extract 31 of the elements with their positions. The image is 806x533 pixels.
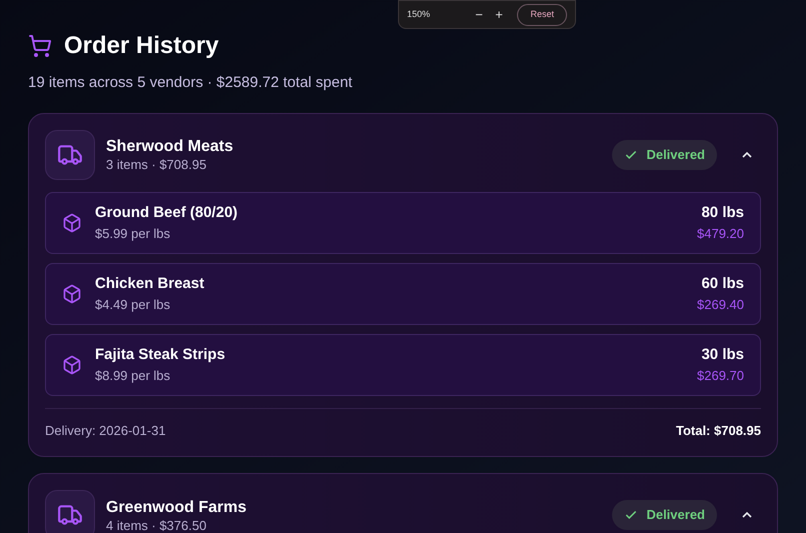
item-total: $479.20: [697, 225, 744, 243]
vendor-subtitle: 3 items · $708.95: [106, 157, 208, 172]
vendor-total: Total: $708.95: [676, 422, 761, 440]
item-quantity: 60 lbs: [700, 274, 744, 294]
zoom-level: 150%: [407, 8, 432, 21]
item-unit-price: $8.99 per lbs: [95, 367, 172, 385]
page-title: Order History: [64, 31, 219, 61]
item-quantity: 30 lbs: [700, 344, 744, 364]
item-unit-price: $4.49 per lbs: [95, 296, 172, 314]
item-total: $269.40: [697, 296, 744, 314]
status-badge: Delivered: [612, 140, 717, 170]
vendor-name: Sherwood Meats: [106, 137, 234, 157]
item-name: Ground Beef (80/20): [95, 202, 238, 222]
item-name: Chicken Breast: [95, 274, 204, 294]
item-unit-price: $5.99 per lbs: [95, 225, 172, 243]
item-quantity: 80 lbs: [700, 202, 744, 222]
zoom-in-button[interactable]: +: [489, 4, 509, 24]
item-total: $269.70: [697, 367, 744, 385]
status-badge: Delivered: [612, 500, 717, 530]
delivery-date: Delivery: 2026-01-31: [45, 422, 166, 440]
vendor-subtitle: 4 items · $376.50: [106, 518, 208, 532]
order-summary: 19 items across 5 vendors · $2589.72 total spent: [28, 73, 354, 93]
check-icon: [624, 508, 638, 522]
reset-button[interactable]: Reset: [517, 4, 567, 26]
package-icon: [62, 284, 82, 304]
item-name: Fajita Steak Strips: [95, 344, 226, 364]
package-icon: [62, 354, 82, 374]
package-icon: [62, 212, 82, 232]
vendor-name: Greenwood Farms: [106, 498, 246, 518]
cart-icon: [28, 34, 52, 58]
zoom-out-button[interactable]: −: [469, 4, 489, 24]
